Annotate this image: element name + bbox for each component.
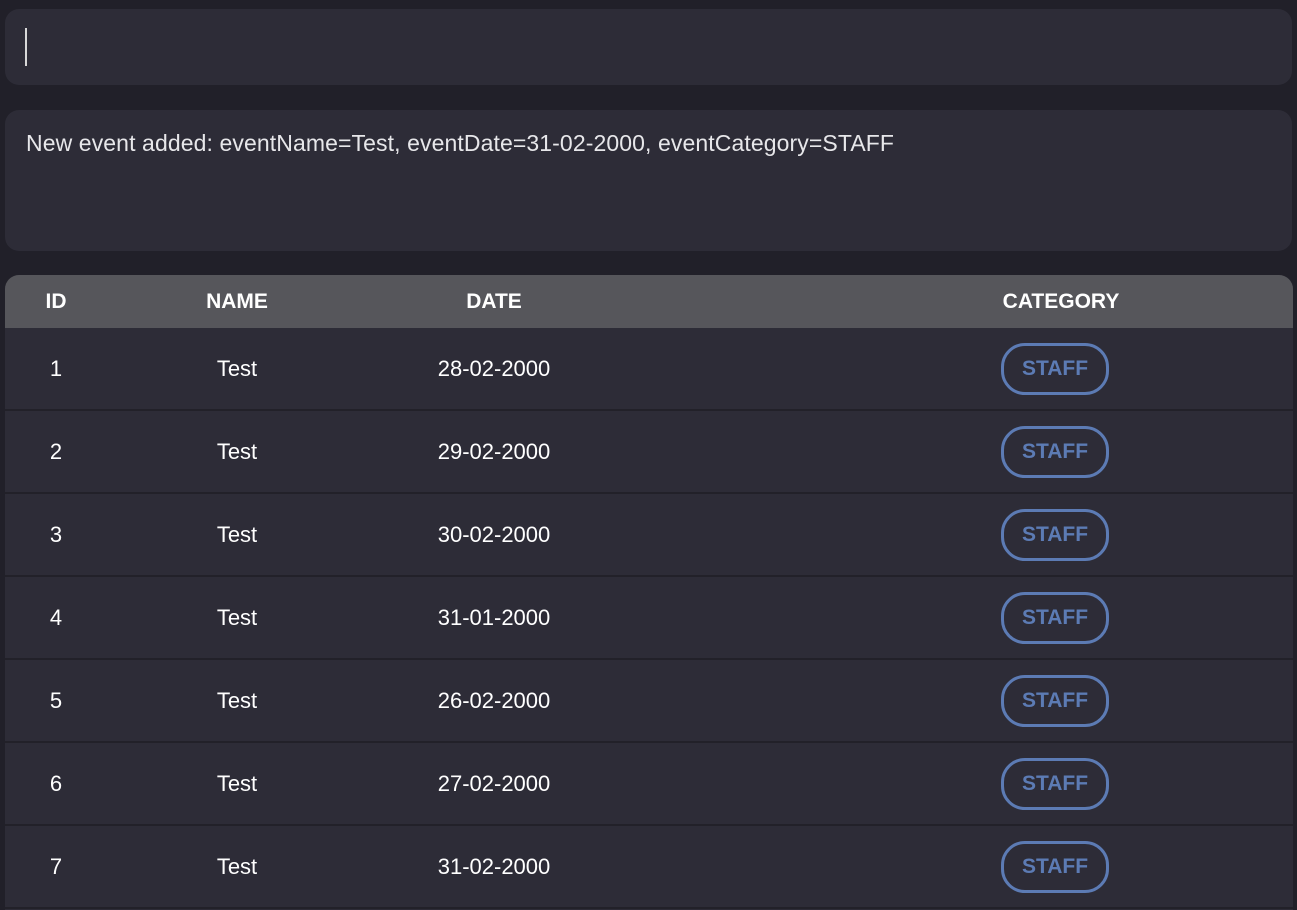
table-row[interactable]: 1 Test 28-02-2000 STAFF [5,328,1293,411]
category-badge: STAFF [1001,758,1109,810]
header-category[interactable]: CATEGORY [961,275,1161,328]
table-header: ID NAME DATE CATEGORY [5,275,1293,328]
cell-id: 7 [49,854,63,879]
cell-name: Test [216,854,258,879]
text-cursor [25,28,27,66]
cell-date: 26-02-2000 [437,688,551,713]
table-row[interactable]: 5 Test 26-02-2000 STAFF [5,660,1293,743]
header-name[interactable]: NAME [137,275,337,328]
category-badge: STAFF [1001,426,1109,478]
cell-id: 6 [49,771,63,796]
cell-date: 30-02-2000 [437,522,551,547]
cell-id: 4 [49,605,63,630]
table-row[interactable]: 2 Test 29-02-2000 STAFF [5,411,1293,494]
cell-name: Test [216,771,258,796]
cell-date: 28-02-2000 [437,356,551,381]
result-message: New event added: eventName=Test, eventDa… [26,130,895,156]
cell-date: 27-02-2000 [437,771,551,796]
header-date[interactable]: DATE [394,275,594,328]
table-row[interactable]: 4 Test 31-01-2000 STAFF [5,577,1293,660]
category-badge: STAFF [1001,675,1109,727]
command-input[interactable] [5,9,1292,85]
cell-date: 31-02-2000 [437,854,551,879]
table-row[interactable]: 6 Test 27-02-2000 STAFF [5,743,1293,826]
category-badge: STAFF [1001,509,1109,561]
category-badge: STAFF [1001,343,1109,395]
cell-name: Test [216,522,258,547]
cell-date: 29-02-2000 [437,439,551,464]
header-id[interactable]: ID [5,275,107,328]
cell-id: 2 [49,439,63,464]
cell-name: Test [216,688,258,713]
category-badge: STAFF [1001,592,1109,644]
result-display: New event added: eventName=Test, eventDa… [5,110,1292,251]
cell-id: 5 [49,688,63,713]
cell-id: 3 [49,522,63,547]
category-badge: STAFF [1001,841,1109,893]
table-row[interactable]: 7 Test 31-02-2000 STAFF [5,826,1293,909]
table-row[interactable]: 3 Test 30-02-2000 STAFF [5,494,1293,577]
cell-name: Test [216,439,258,464]
cell-name: Test [216,605,258,630]
cell-id: 1 [49,356,63,381]
cell-date: 31-01-2000 [437,605,551,630]
cell-name: Test [216,356,258,381]
event-table: ID NAME DATE CATEGORY 1 Test 28-02-2000 … [5,275,1293,910]
